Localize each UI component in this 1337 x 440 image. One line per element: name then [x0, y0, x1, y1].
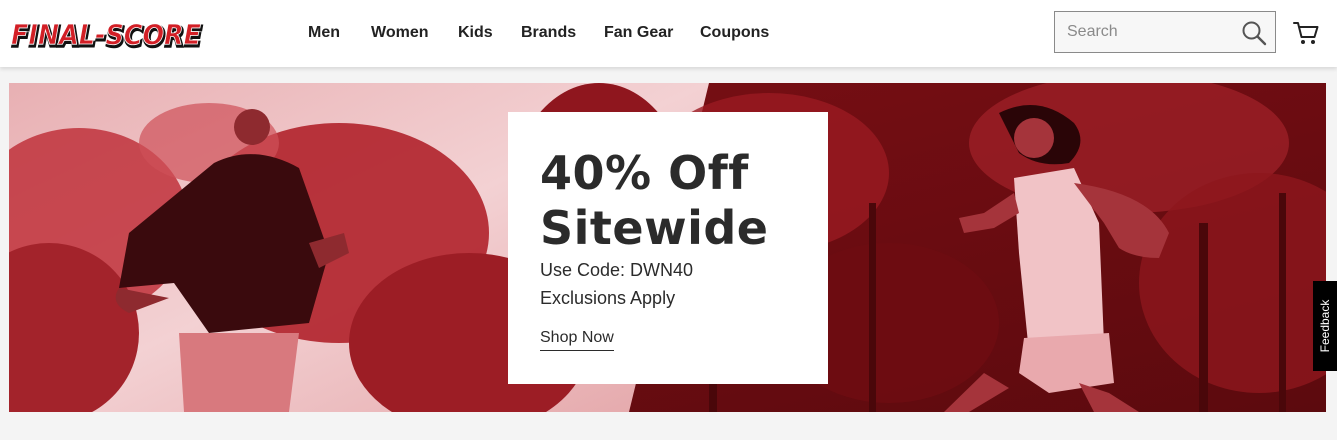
promo-headline-line2: Sitewide [540, 201, 769, 255]
promo-headline-line1: 40% Off [540, 146, 749, 200]
nav-fan-gear[interactable]: Fan Gear [604, 24, 673, 42]
nav-women[interactable]: Women [371, 24, 428, 42]
nav-men[interactable]: Men [308, 24, 340, 42]
promo-card: 40% Off Sitewide Use Code: DWN40 Exclusi… [508, 112, 828, 384]
promo-headline: 40% Off Sitewide [540, 146, 820, 256]
logo-text: FINAL-SCORE [11, 18, 201, 51]
promo-code: Use Code: DWN40 [540, 260, 694, 280]
nav-kids[interactable]: Kids [458, 24, 493, 42]
search-box [1054, 11, 1276, 53]
cart-icon[interactable] [1293, 20, 1319, 46]
nav-coupons[interactable]: Coupons [700, 24, 769, 42]
search-icon[interactable] [1241, 20, 1267, 46]
shop-now-link[interactable]: Shop Now [540, 329, 614, 351]
site-header: FINAL-SCORE FINAL-SCORE Men Women Kids B… [0, 0, 1337, 67]
final-score-logo[interactable]: FINAL-SCORE FINAL-SCORE [9, 15, 207, 51]
promo-exclusions: Exclusions Apply [540, 288, 676, 308]
nav-brands[interactable]: Brands [521, 24, 576, 42]
search-input[interactable] [1055, 12, 1235, 52]
feedback-label: Feedback [1318, 299, 1332, 353]
feedback-tab[interactable]: Feedback [1313, 281, 1337, 371]
hero-banner[interactable]: 40% Off Sitewide Use Code: DWN40 Exclusi… [9, 83, 1326, 412]
